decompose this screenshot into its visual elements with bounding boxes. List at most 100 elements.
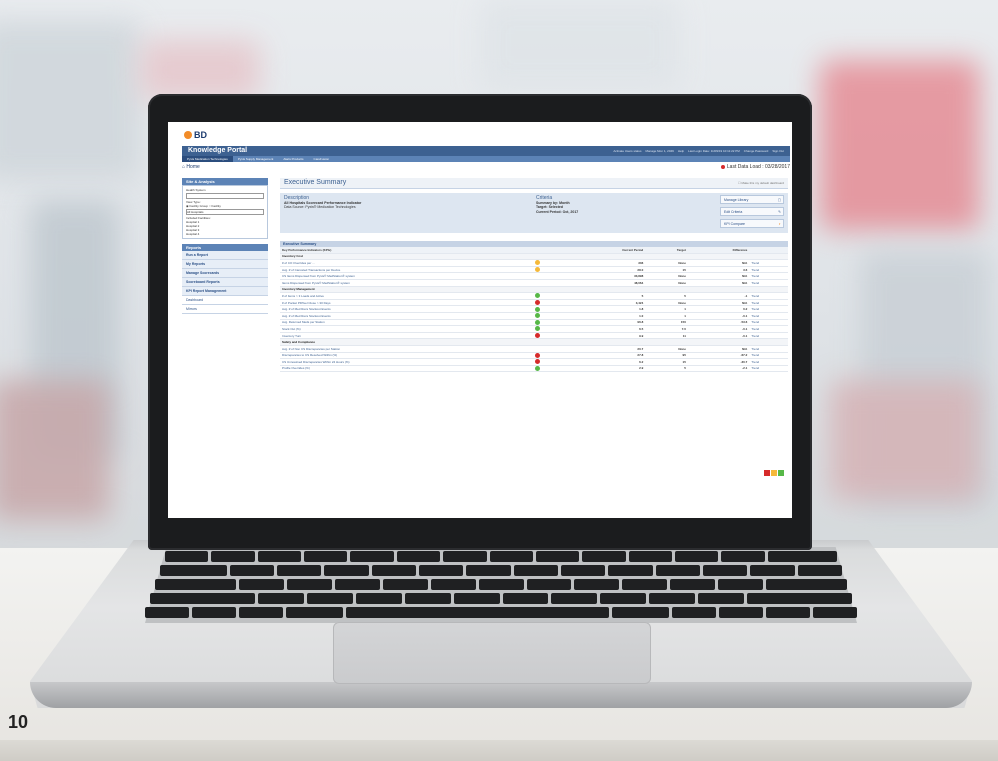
header-links: Activate Users status Manage Mon 1, 2049… xyxy=(613,146,784,156)
current-period-value: 48,064 xyxy=(562,279,646,287)
difference-value: N/A xyxy=(687,299,750,307)
kpi-name-link[interactable]: Discrepancies to CS Resolved Within (%) xyxy=(280,352,534,360)
target-value: 150 xyxy=(645,319,688,327)
kpi-name-link[interactable]: # of Items > 3 Loads and Active xyxy=(280,292,534,300)
kpi-name-link[interactable]: Avg. # of Med Recs Stockout Events xyxy=(280,305,534,313)
table-row: Safety and Compliance xyxy=(280,338,788,346)
status-indicator-cell xyxy=(533,266,563,274)
kpi-name-link[interactable]: Avg. # of Canceled Transactions per Devi… xyxy=(280,266,534,274)
difference-value: -0.1 xyxy=(687,332,750,340)
trend-link[interactable]: Trend xyxy=(751,360,759,364)
sign-out-link[interactable]: Sign Out xyxy=(772,146,784,156)
trend-link[interactable]: Trend xyxy=(751,301,759,305)
trend-link[interactable]: Trend xyxy=(751,281,759,285)
logo-text: BD xyxy=(194,130,207,140)
nav-pyxis-supply[interactable]: Pyxis Supply Management xyxy=(233,156,279,162)
trend-cell: Trend xyxy=(749,332,788,340)
difference-value: N/A xyxy=(687,272,750,280)
view-type-options: ◉ Facility Group ○ Facility xyxy=(186,204,264,208)
button-label: Manage Library xyxy=(724,198,749,202)
nav-alaris[interactable]: Alaris Products xyxy=(278,156,308,162)
kpi-name-link[interactable]: Avg. # of Med Recs Stockout Events xyxy=(280,312,534,320)
facility-group-select[interactable]: All Hospitals xyxy=(186,209,264,215)
manage-library-button[interactable]: Manage Library ▢ xyxy=(720,195,784,204)
legend-green xyxy=(778,470,784,476)
kpi-compare-button[interactable]: KPI Compare ◐ xyxy=(720,219,784,228)
check-icon xyxy=(535,313,541,319)
health-system-select[interactable]: Health System xyxy=(186,188,264,192)
sidebar-item-manage-scorecards[interactable]: Manage Scorecards xyxy=(182,269,268,278)
bd-logo: BD xyxy=(184,130,207,140)
help-link[interactable]: Help xyxy=(678,146,684,156)
difference-value: -0.1 xyxy=(687,325,750,333)
header-link[interactable]: Activate Users status xyxy=(613,146,641,156)
kpi-name-link[interactable]: Profile Overrides (%) xyxy=(280,365,534,373)
kpi-name-link[interactable]: Items Dispensed from Pyxis® MedStation® … xyxy=(280,279,534,287)
trend-link[interactable]: Trend xyxy=(751,327,759,331)
sidebar-header: Site & Analysis xyxy=(182,178,268,185)
current-period-value: 2.9 xyxy=(562,365,646,373)
trend-link[interactable]: Trend xyxy=(751,274,759,278)
sidebar-filters: Health System View Type: ◉ Facility Grou… xyxy=(182,185,268,239)
facility-group-option[interactable]: Facility Group xyxy=(189,204,208,208)
trend-link[interactable]: Trend xyxy=(751,320,759,324)
sidebar-item-mirrors[interactable]: Mirrors xyxy=(182,305,268,314)
health-system-input[interactable] xyxy=(186,193,264,199)
status-indicator-cell xyxy=(533,305,563,313)
facility-option[interactable]: Facility xyxy=(211,204,220,208)
kpi-name-link[interactable]: Inventory Turn xyxy=(280,332,534,340)
table-row: Inventory Turn 9.9 11 -0.1 Trend xyxy=(280,332,788,340)
trend-link[interactable]: Trend xyxy=(751,307,759,311)
trend-link[interactable]: Trend xyxy=(751,334,759,338)
status-indicator-cell xyxy=(533,292,563,300)
target-value: 5 xyxy=(645,365,688,373)
nav-carefusion[interactable]: CareFusion xyxy=(309,156,335,162)
nav-pyxis-medication[interactable]: Pyxis Medication Technologies xyxy=(182,156,233,162)
page-title: Executive Summary xyxy=(284,179,347,186)
sidebar-item-scoreboard-reports[interactable]: Scoreboard Reports xyxy=(182,278,268,287)
last-data-load: Last Data Load : 03/28/2017 xyxy=(720,164,790,171)
sidebar-item-run-report[interactable]: Run a Report xyxy=(182,251,268,260)
difference-value: -2.1 xyxy=(687,365,750,373)
trend-link[interactable]: Trend xyxy=(751,268,759,272)
sidebar-item-kpi-report-management[interactable]: KPI Report Management xyxy=(182,287,268,296)
kpi-name-link[interactable]: Stock Out (%) xyxy=(280,325,534,333)
status-indicator-cell xyxy=(533,345,563,353)
key-row xyxy=(150,593,853,604)
difference-value: -0.1 xyxy=(687,312,750,320)
trend-link[interactable]: Trend xyxy=(751,347,759,351)
status-dot-icon xyxy=(720,164,725,169)
difference-value: 0.2 xyxy=(687,305,750,313)
facility-list-item[interactable]: Hospital 4 xyxy=(186,232,264,236)
sidebar-item-dashboard[interactable]: Dashboard xyxy=(182,296,268,305)
target-value: 95 xyxy=(645,352,688,360)
header-link[interactable]: Manage Mon 1, 2049 xyxy=(646,146,674,156)
status-indicator-cell xyxy=(533,299,563,307)
target-value: 7.0 xyxy=(645,325,688,333)
kpi-table: Key Performance Indicators (KPIs) Curren… xyxy=(280,247,788,373)
trend-link[interactable]: Trend xyxy=(751,314,759,318)
kpi-name-link[interactable]: Avg. # of Non CS Discrepancies per Stati… xyxy=(280,345,534,353)
kpi-name-link[interactable]: # of Pocket PDTeel Close > 30 Days xyxy=(280,299,534,307)
trend-link[interactable]: Trend xyxy=(751,353,759,357)
sidebar-item-my-reports[interactable]: My Reports xyxy=(182,260,268,269)
kpi-name-link[interactable]: Avg. Returned Meds per Station xyxy=(280,319,534,327)
kpi-name-link[interactable]: CS Unresolved Discrepancies Within 24 Ho… xyxy=(280,358,534,366)
difference-value: N/A xyxy=(687,279,750,287)
bd-logo-icon xyxy=(184,131,192,139)
target-value: None xyxy=(645,272,688,280)
trend-link[interactable]: Trend xyxy=(751,261,759,265)
kpi-name-link[interactable]: # of CO Overrides per ... xyxy=(280,259,534,267)
page-title-bar: Executive Summary ☐ Make this my default… xyxy=(280,178,788,189)
status-indicator-cell xyxy=(533,352,563,360)
edit-criteria-button[interactable]: Edit Criteria ✎ xyxy=(720,207,784,216)
trend-link[interactable]: Trend xyxy=(751,294,759,298)
alert-icon xyxy=(535,333,541,339)
trend-link[interactable]: Trend xyxy=(751,366,759,370)
kpi-name-link[interactable]: CS Items Dispensed from Pyxis® MedStatio… xyxy=(280,272,534,280)
default-dashboard-checkbox[interactable]: ☐ Make this my default dashboard xyxy=(738,178,784,188)
change-password-link[interactable]: Change Password xyxy=(744,146,769,156)
key-row xyxy=(160,565,842,576)
home-link[interactable]: Home xyxy=(186,164,199,170)
current-period-value: 20.7 xyxy=(562,345,646,353)
